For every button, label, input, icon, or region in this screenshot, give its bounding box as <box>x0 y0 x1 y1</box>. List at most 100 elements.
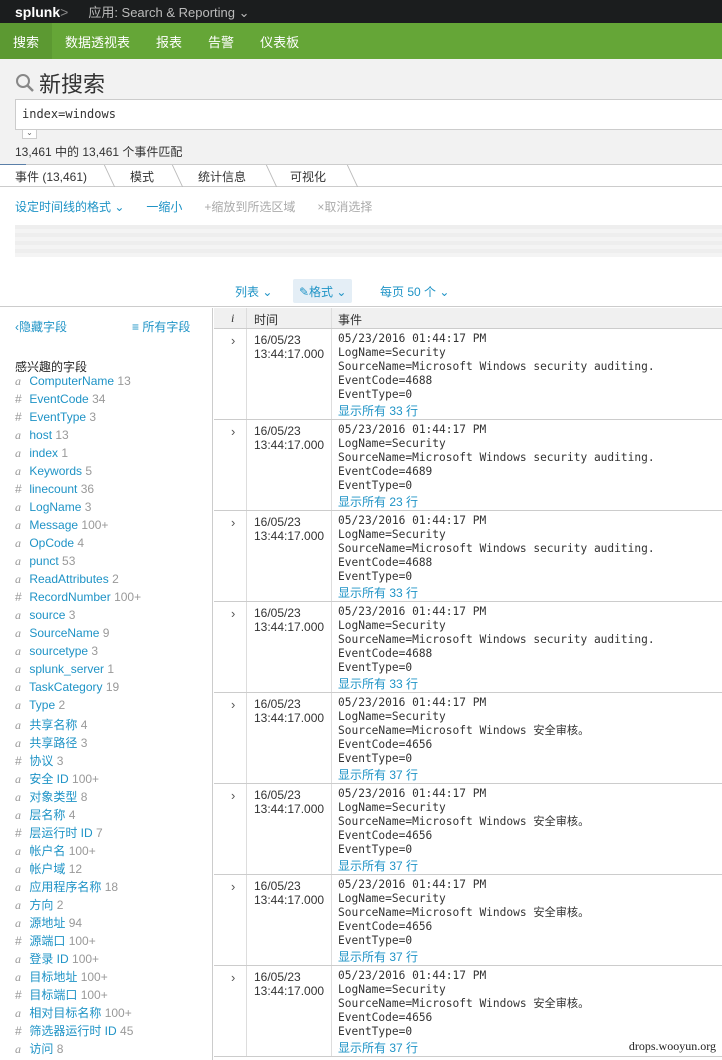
field-item[interactable]: a 访问 8 <box>15 1040 141 1058</box>
event-time[interactable]: 16/05/23 13:44:17.000 <box>254 606 324 634</box>
expand-icon[interactable]: › <box>231 606 235 621</box>
field-item[interactable]: a 登录 ID 100+ <box>15 950 141 968</box>
table-row: › 16/05/23 13:44:17.000 05/23/2016 01:44:… <box>214 602 722 693</box>
expand-icon[interactable]: › <box>231 424 235 439</box>
show-all-lines-link[interactable]: 显示所有 37 行 <box>338 766 418 783</box>
zoom-out-button[interactable]: 一缩小 <box>146 198 182 215</box>
page-title: 新搜索 <box>15 67 105 99</box>
tab-events[interactable]: 事件 (13,461) <box>15 165 87 187</box>
field-item[interactable]: a ReadAttributes 2 <box>15 572 141 590</box>
field-count: 3 <box>84 500 92 514</box>
expand-icon[interactable]: › <box>231 333 235 348</box>
field-item[interactable]: a 共享路径 3 <box>15 734 141 752</box>
field-item[interactable]: a LogName 3 <box>15 500 141 518</box>
field-item[interactable]: # RecordNumber 100+ <box>15 590 141 608</box>
field-item[interactable]: a punct 53 <box>15 554 141 572</box>
field-item[interactable]: a 层名称 4 <box>15 806 141 824</box>
field-item[interactable]: a sourcetype 3 <box>15 644 141 662</box>
field-item[interactable]: # 协议 3 <box>15 752 141 770</box>
show-all-lines-link[interactable]: 显示所有 33 行 <box>338 584 418 601</box>
field-item[interactable]: a 方向 2 <box>15 896 141 914</box>
timeline-format-button[interactable]: 设定时间线的格式 ⌄ <box>15 198 124 215</box>
field-name: RecordNumber <box>29 590 111 604</box>
show-all-lines-link[interactable]: 显示所有 23 行 <box>338 493 418 510</box>
list-view-button[interactable]: 列表 ⌄ <box>229 279 278 303</box>
event-time[interactable]: 16/05/23 13:44:17.000 <box>254 970 324 998</box>
per-page-button[interactable]: 每页 50 个 ⌄ <box>374 279 455 303</box>
field-item[interactable]: a 帐户域 12 <box>15 860 141 878</box>
event-count: 13,461 中的 13,461 个事件匹配 <box>15 145 183 159</box>
field-name: 帐户域 <box>29 862 66 876</box>
event-time[interactable]: 16/05/23 13:44:17.000 <box>254 697 324 725</box>
show-all-lines-link[interactable]: 显示所有 33 行 <box>338 675 418 692</box>
field-item[interactable]: # 源端口 100+ <box>15 932 141 950</box>
deselect-button[interactable]: ×取消选择 <box>317 198 372 215</box>
tab-statistics[interactable]: 统计信息 <box>198 165 246 187</box>
field-item[interactable]: # 筛选器运行时 ID 45 <box>15 1022 141 1040</box>
field-item[interactable]: a SourceName 9 <box>15 626 141 644</box>
table-header: i 时间 事件 <box>214 308 722 329</box>
field-item[interactable]: a Message 100+ <box>15 518 141 536</box>
header-time[interactable]: 时间 <box>254 311 278 328</box>
string-type-icon: a <box>15 736 21 750</box>
nav-dashboards[interactable]: 仪表板 <box>247 23 312 59</box>
field-item[interactable]: # 目标端口 100+ <box>15 986 141 1004</box>
format-button[interactable]: ✎格式 ⌄ <box>293 279 353 303</box>
expand-icon[interactable]: › <box>231 970 235 985</box>
expand-icon[interactable]: › <box>231 788 235 803</box>
show-all-lines-link[interactable]: 显示所有 37 行 <box>338 948 418 965</box>
field-item[interactable]: a host 13 <box>15 428 141 446</box>
tab-patterns[interactable]: 模式 <box>130 165 154 187</box>
nav-alerts[interactable]: 告警 <box>195 23 247 59</box>
expand-icon[interactable]: › <box>231 879 235 894</box>
field-item[interactable]: a 应用程序名称 18 <box>15 878 141 896</box>
field-item[interactable]: # EventType 3 <box>15 410 141 428</box>
chevron-down-icon[interactable]: ⌄ <box>22 129 37 139</box>
field-item[interactable]: a index 1 <box>15 446 141 464</box>
expand-icon[interactable]: › <box>231 515 235 530</box>
field-item[interactable]: # linecount 36 <box>15 482 141 500</box>
field-item[interactable]: a 对象类型 8 <box>15 788 141 806</box>
field-count: 1 <box>107 662 115 676</box>
field-item[interactable]: # EventCode 34 <box>15 392 141 410</box>
show-all-lines-link[interactable]: 显示所有 37 行 <box>338 1039 418 1056</box>
expand-icon[interactable]: › <box>231 697 235 712</box>
field-item[interactable]: # 层运行时 ID 7 <box>15 824 141 842</box>
event-time[interactable]: 16/05/23 13:44:17.000 <box>254 333 324 361</box>
field-item[interactable]: a TaskCategory 19 <box>15 680 141 698</box>
field-item[interactable]: a OpCode 4 <box>15 536 141 554</box>
event-time[interactable]: 16/05/23 13:44:17.000 <box>254 424 324 452</box>
hide-fields-button[interactable]: ‹隐藏字段 <box>15 318 67 335</box>
field-item[interactable]: a ComputerName 13 <box>15 374 141 392</box>
nav-reports[interactable]: 报表 <box>143 23 195 59</box>
all-fields-button[interactable]: ≡ 所有字段 <box>132 318 190 335</box>
field-item[interactable]: a 共享名称 4 <box>15 716 141 734</box>
event-time[interactable]: 16/05/23 13:44:17.000 <box>254 788 324 816</box>
nav-pivot[interactable]: 数据透视表 <box>52 23 143 59</box>
tab-visualization[interactable]: 可视化 <box>290 165 326 187</box>
zoom-selection-button[interactable]: +缩放到所选区域 <box>204 198 295 215</box>
nav-search[interactable]: 搜索 <box>0 23 53 59</box>
field-item[interactable]: a 源地址 94 <box>15 914 141 932</box>
field-item[interactable]: a 安全 ID 100+ <box>15 770 141 788</box>
event-time[interactable]: 16/05/23 13:44:17.000 <box>254 515 324 543</box>
app-menu[interactable]: 应用: Search & Reporting ⌄ <box>88 2 249 21</box>
field-item[interactable]: a 相对目标名称 100+ <box>15 1004 141 1022</box>
event-time[interactable]: 16/05/23 13:44:17.000 <box>254 879 324 907</box>
field-item[interactable]: a Type 2 <box>15 698 141 716</box>
field-count: 19 <box>105 680 120 694</box>
field-item[interactable]: a splunk_server 1 <box>15 662 141 680</box>
show-all-lines-link[interactable]: 显示所有 37 行 <box>338 857 418 874</box>
field-item[interactable]: a 帐户名 100+ <box>15 842 141 860</box>
search-input[interactable]: index=windows <box>15 99 722 130</box>
show-all-lines-link[interactable]: 显示所有 33 行 <box>338 402 418 419</box>
number-type-icon: # <box>15 1024 22 1038</box>
field-name: 登录 ID <box>29 952 69 966</box>
field-item[interactable]: a Keywords 5 <box>15 464 141 482</box>
splunk-logo[interactable]: splunk> <box>15 4 68 20</box>
field-name: host <box>29 428 53 442</box>
field-item[interactable]: a 目标地址 100+ <box>15 968 141 986</box>
field-count: 5 <box>85 464 93 478</box>
field-item[interactable]: a source 3 <box>15 608 141 626</box>
timeline-chart[interactable] <box>15 225 722 257</box>
